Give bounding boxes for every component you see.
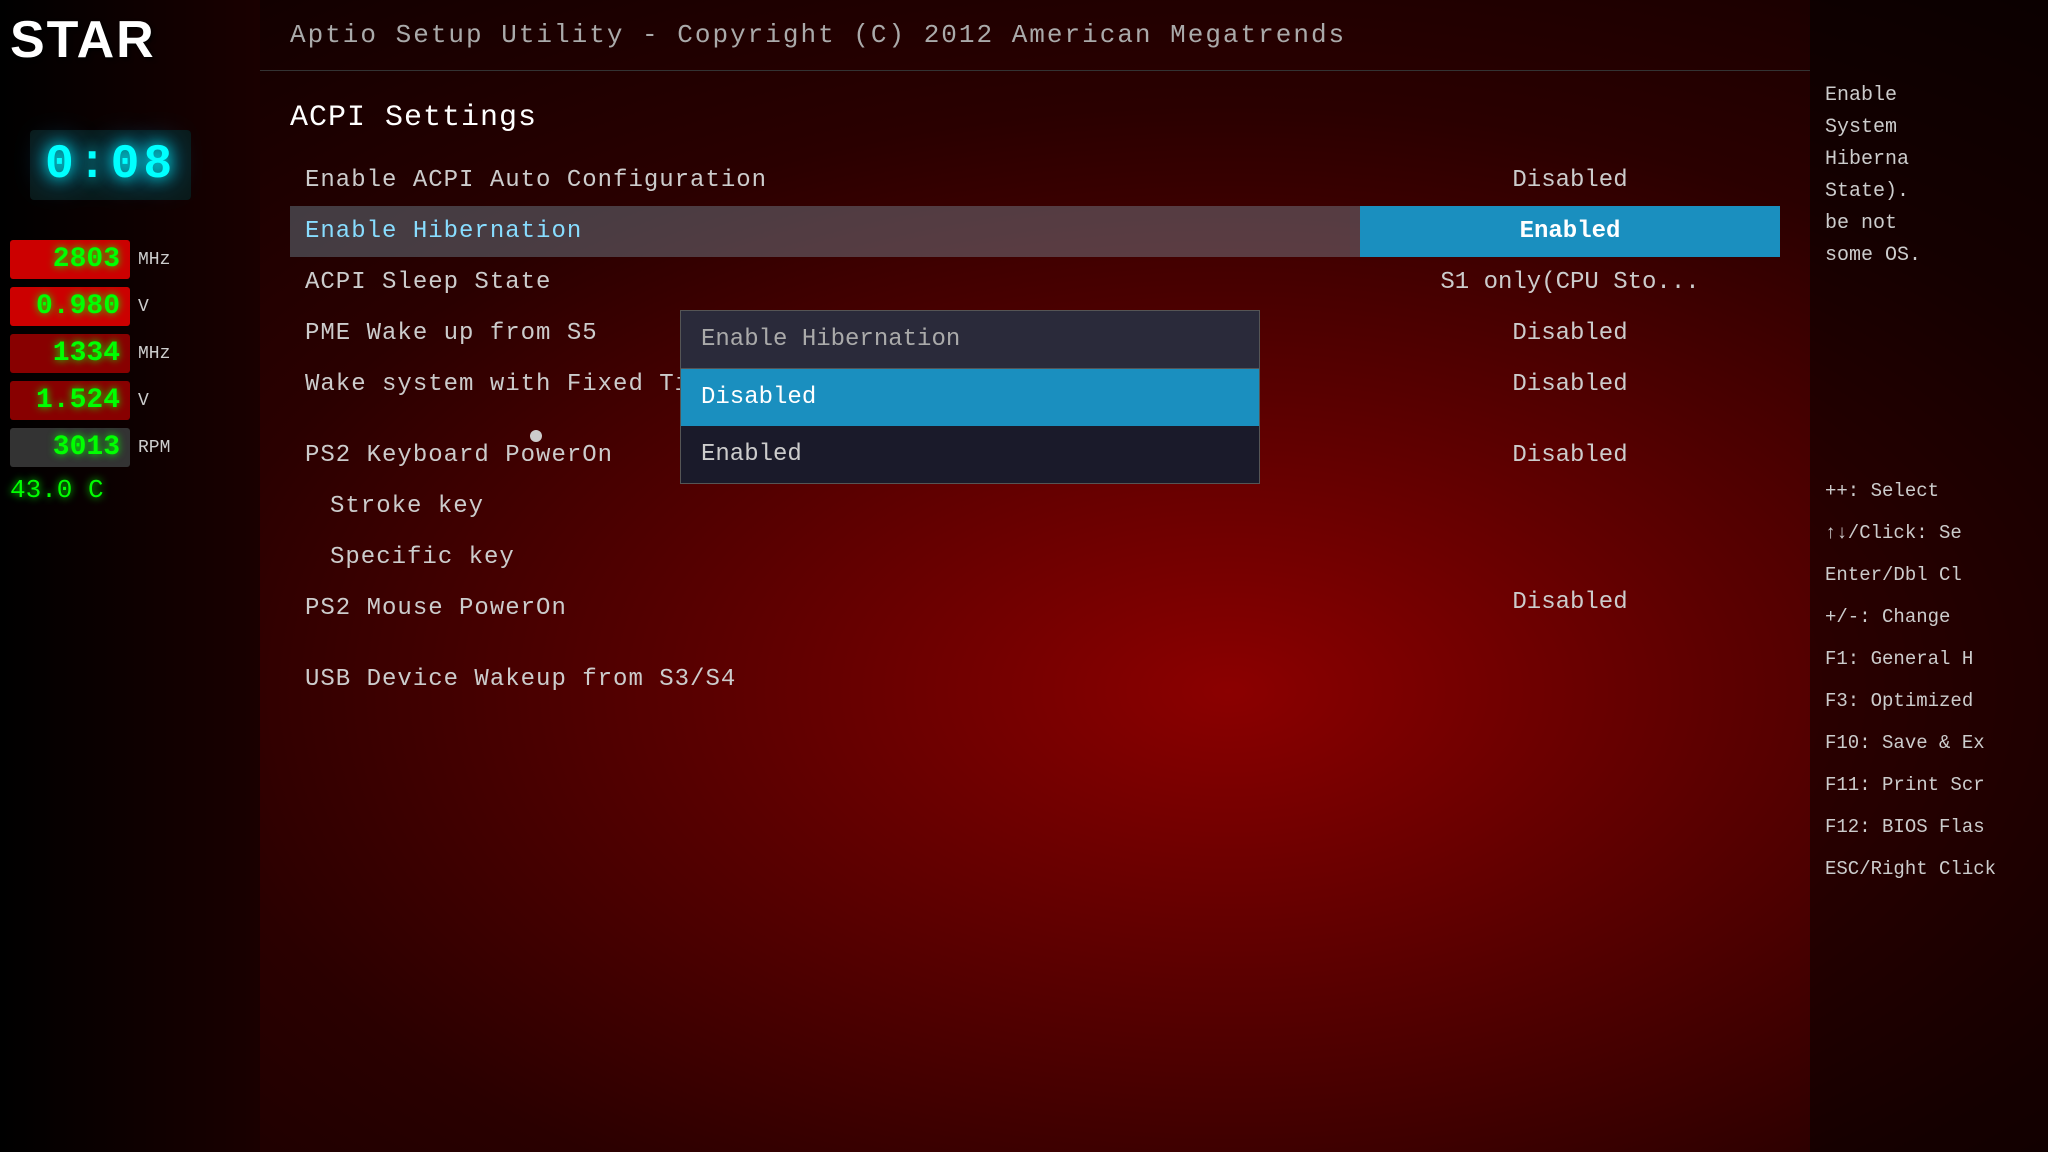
temp-value: 43.0 C [10,475,104,505]
ram-mhz-unit: MHz [138,344,170,364]
stat-row-temp: 43.0 C [10,475,170,505]
dropdown-header: Enable Hibernation [681,311,1259,369]
brand-logo: STAR [10,10,156,70]
value-hibernation: Enabled [1360,206,1780,257]
setting-usb-wakeup[interactable]: USB Device Wakeup from S3/S4 [290,654,1360,705]
key-enter: Enter/Dbl Cl [1825,556,2033,594]
value-usb-wakeup [1360,648,1780,696]
key-f3: F3: Optimized [1825,682,2033,720]
left-panel: STAR 0:08 2803 MHz 0.980 V 1334 MHz 1.52… [0,0,260,1152]
setting-hibernation[interactable]: Enable Hibernation [290,206,1360,257]
value-wake-fixed-time: Disabled [1360,359,1780,410]
dropdown-option-enabled[interactable]: Enabled [681,426,1259,483]
key-f12: F12: BIOS Flas [1825,808,2033,846]
bios-main: Aptio Setup Utility - Copyright (C) 2012… [260,0,1810,1152]
clock-time: 0:08 [30,130,191,200]
stat-row-cpu-mhz: 2803 MHz [10,240,170,279]
cpu-mhz-value: 2803 [10,240,130,279]
rpm-value: 3013 [10,428,130,467]
key-f10: F10: Save & Ex [1825,724,2033,762]
ram-mhz-value: 1334 [10,334,130,373]
values-column: Disabled Enabled S1 only(CPU Sto... Disa… [1360,155,1780,705]
value-stroke-key [1360,481,1780,529]
help-panel: EnableSystemHibernaState).be notsome OS.… [1810,0,2048,1152]
key-f11: F11: Print Scr [1825,766,2033,804]
stat-row-cpu-v: 0.980 V [10,287,170,326]
dropdown-option-disabled[interactable]: Disabled [681,369,1259,426]
setting-specific-key[interactable]: Specific key [290,532,1360,583]
stats-panel: 2803 MHz 0.980 V 1334 MHz 1.524 V 3013 R… [10,240,170,505]
cpu-v-unit: V [138,297,149,317]
section-title: ACPI Settings [290,101,1780,135]
help-description: EnableSystemHibernaState).be notsome OS. [1825,80,2033,272]
key-select: ++: Select [1825,472,2033,510]
bios-header: Aptio Setup Utility - Copyright (C) 2012… [260,0,1810,71]
key-change: +/-: Change [1825,598,2033,636]
key-f1: F1: General H [1825,640,2033,678]
setting-ps2-mouse[interactable]: PS2 Mouse PowerOn [290,583,1360,634]
header-title: Aptio Setup Utility - Copyright (C) 2012… [290,20,1346,50]
value-ps2-mouse: Disabled [1360,577,1780,628]
key-updown: ↑↓/Click: Se [1825,514,2033,552]
setting-stroke-key[interactable]: Stroke key [290,481,1360,532]
clock-display: 0:08 [30,130,191,200]
mouse-cursor [530,430,542,442]
rpm-unit: RPM [138,438,170,458]
value-acpi-sleep: S1 only(CPU Sto... [1360,257,1780,308]
value-ps2-keyboard: Disabled [1360,430,1780,481]
cpu-mhz-unit: MHz [138,250,170,270]
value-acpi-auto: Disabled [1360,155,1780,206]
value-specific-key [1360,529,1780,577]
logo-text: STAR [10,11,156,69]
cpu-v-value: 0.980 [10,287,130,326]
ram-v-value: 1.524 [10,381,130,420]
setting-acpi-sleep[interactable]: ACPI Sleep State [290,257,1360,308]
value-pme-wake: Disabled [1360,308,1780,359]
dropdown-popup: Enable Hibernation Disabled Enabled [680,310,1260,484]
help-keys: ++: Select ↑↓/Click: Se Enter/Dbl Cl +/-… [1825,472,2033,888]
key-esc: ESC/Right Click [1825,850,2033,888]
setting-acpi-auto[interactable]: Enable ACPI Auto Configuration [290,155,1360,206]
stat-row-ram-mhz: 1334 MHz [10,334,170,373]
stat-row-rpm: 3013 RPM [10,428,170,467]
stat-row-ram-v: 1.524 V [10,381,170,420]
ram-v-unit: V [138,391,149,411]
